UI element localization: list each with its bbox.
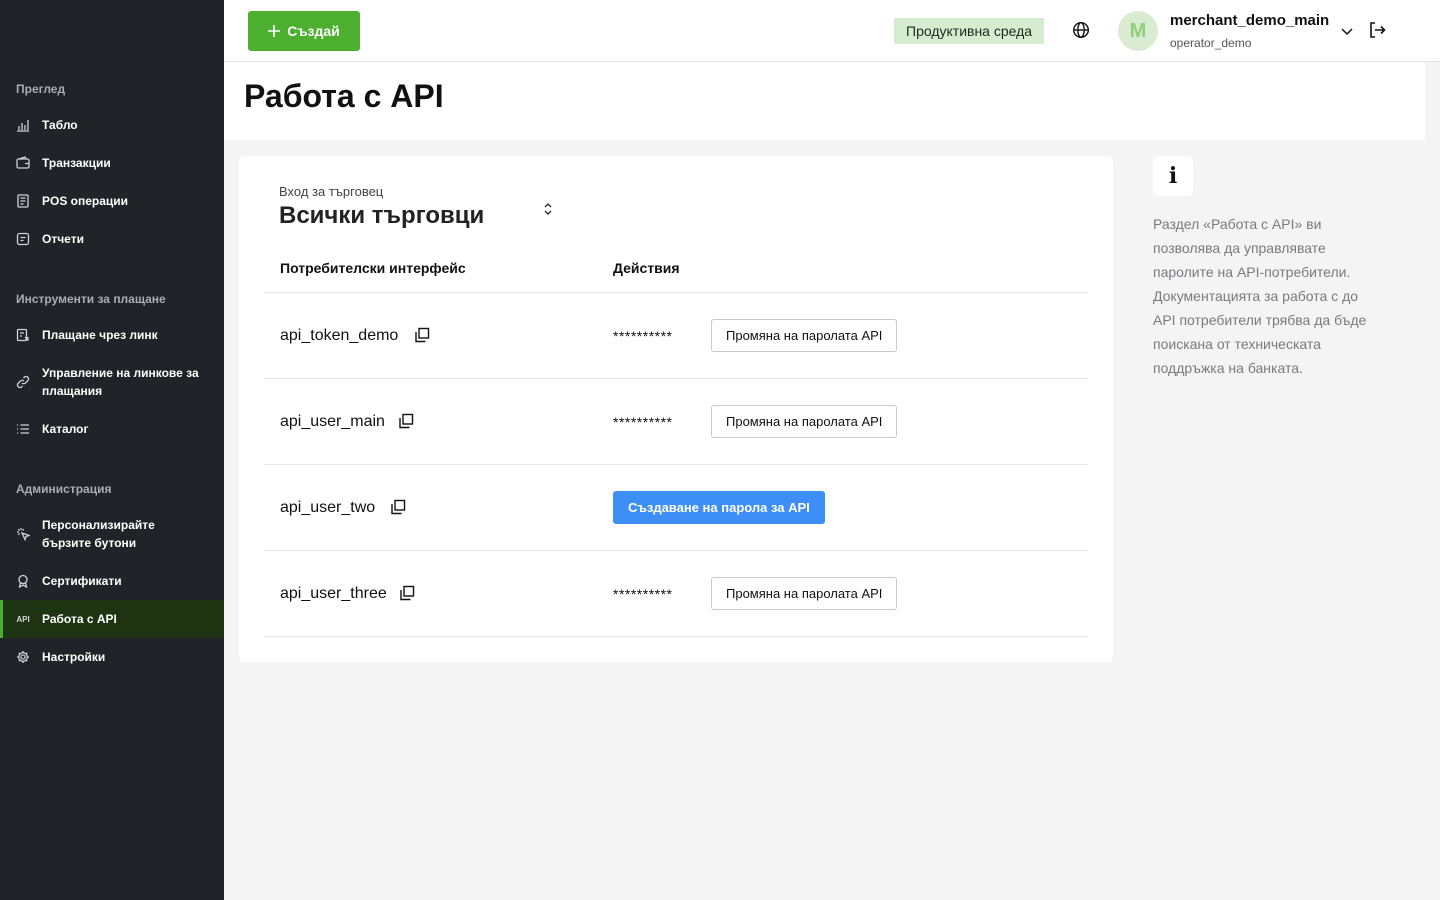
info-glyph: i xyxy=(1168,163,1178,189)
sidebar-item-label: Настройки xyxy=(42,650,106,664)
logout-icon[interactable] xyxy=(1368,21,1386,39)
api-username: api_token_demo xyxy=(280,327,399,344)
globe-icon[interactable] xyxy=(1072,21,1090,39)
password-mask: ********** xyxy=(613,328,673,344)
title-band: Работа с API xyxy=(224,62,1425,140)
sidebar: Преглед Табло Транзакции POS операции От… xyxy=(0,0,224,900)
sidebar-item-pos[interactable]: POS операции xyxy=(0,190,224,212)
user-subtitle: operator_demo xyxy=(1170,36,1252,50)
document-icon xyxy=(16,232,30,246)
table-row: api_token_demo ********** Промяна на пар… xyxy=(264,293,1088,379)
copy-icon[interactable] xyxy=(399,585,415,601)
receipt-icon xyxy=(16,194,30,208)
api-users-card: Вход за търговец Всички търговци Потреби… xyxy=(239,156,1113,662)
sidebar-item-api[interactable]: API Работа с API xyxy=(0,600,224,638)
column-header-username: Потребителски интерфейс xyxy=(280,260,466,276)
sidebar-item-catalog[interactable]: Каталог xyxy=(0,418,224,440)
gear-icon xyxy=(16,650,30,664)
sidebar-item-label: Отчети xyxy=(42,232,84,246)
wallet-icon xyxy=(16,156,30,170)
sidebar-item-label: Транзакции xyxy=(42,156,111,170)
change-api-password-button[interactable]: Промяна на паролата API xyxy=(711,319,898,352)
sidebar-item-label: Персонализирайте бързите бутони xyxy=(42,518,155,550)
password-mask: ********** xyxy=(613,414,673,430)
copy-icon[interactable] xyxy=(398,413,414,429)
sidebar-item-certificates[interactable]: Сертификати xyxy=(0,570,224,592)
sidebar-item-label: Сертификати xyxy=(42,574,122,588)
create-button-label: Създай xyxy=(287,23,340,39)
sort-chevrons-icon[interactable] xyxy=(539,200,557,218)
api-username: api_user_main xyxy=(280,413,385,430)
table-row: api_user_two Създаване на парола за API xyxy=(264,465,1088,551)
user-name[interactable]: merchant_demo_main xyxy=(1170,12,1329,29)
page-title: Работа с API xyxy=(244,78,444,114)
sidebar-section-overview: Преглед xyxy=(16,82,66,96)
column-header-actions: Действия xyxy=(613,260,680,276)
environment-badge: Продуктивна среда xyxy=(894,18,1045,44)
api-icon-label: API xyxy=(16,614,30,624)
change-api-password-button[interactable]: Промяна на паролата API xyxy=(711,577,898,610)
link-payment-icon xyxy=(16,328,30,342)
divider xyxy=(264,636,1088,637)
sidebar-item-label: Каталог xyxy=(42,422,89,436)
api-username: api_user_two xyxy=(280,499,376,516)
sidebar-item-label: POS операции xyxy=(42,194,129,208)
sidebar-item-label: Работа с API xyxy=(42,612,117,626)
sparkle-click-icon xyxy=(16,527,30,541)
sidebar-item-label: Плащане чрез линк xyxy=(42,328,158,342)
table-row: api_user_three ********** Промяна на пар… xyxy=(264,551,1088,637)
copy-icon[interactable] xyxy=(390,499,406,515)
sidebar-item-label: Табло xyxy=(42,118,78,132)
sidebar-section-payment-tools: Инструменти за плащане xyxy=(16,292,166,306)
sidebar-item-settings[interactable]: Настройки xyxy=(0,646,224,668)
sidebar-item-pay-by-link[interactable]: Плащане чрез линк xyxy=(0,324,224,346)
copy-icon[interactable] xyxy=(414,327,430,343)
password-mask: ********** xyxy=(613,586,673,602)
sidebar-item-dashboard[interactable]: Табло xyxy=(0,114,224,136)
sidebar-item-label: Управление на линкове за плащания xyxy=(42,366,199,398)
sidebar-item-quick-buttons[interactable]: Персонализирайте бързите бутони xyxy=(0,514,224,554)
link-icon xyxy=(16,375,30,389)
chevron-down-icon[interactable] xyxy=(1340,24,1354,38)
change-api-password-button[interactable]: Промяна на паролата API xyxy=(711,405,898,438)
table-row: api_user_main ********** Промяна на паро… xyxy=(264,379,1088,465)
list-icon xyxy=(16,422,30,436)
certificate-icon xyxy=(16,574,30,588)
top-header: Създай Продуктивна среда M merchant_demo… xyxy=(224,0,1440,62)
sidebar-section-administration: Администрация xyxy=(16,482,112,496)
info-description: Раздел «Работа с API» ви позволява да уп… xyxy=(1153,216,1367,376)
sidebar-item-reports[interactable]: Отчети xyxy=(0,228,224,250)
merchant-selector-value[interactable]: Всички търговци xyxy=(279,202,484,230)
sidebar-item-payment-links[interactable]: Управление на линкове за плащания xyxy=(0,362,224,402)
create-button[interactable]: Създай xyxy=(248,11,360,51)
api-username: api_user_three xyxy=(280,585,387,602)
avatar[interactable]: M xyxy=(1118,11,1158,51)
create-api-password-button[interactable]: Създаване на парола за API xyxy=(613,491,825,524)
api-icon: API xyxy=(16,612,30,626)
chart-bars-icon xyxy=(16,118,30,132)
sidebar-item-transactions[interactable]: Транзакции xyxy=(0,152,224,174)
info-icon: i xyxy=(1153,156,1193,196)
merchant-selector-label: Вход за търговец xyxy=(279,184,384,199)
plus-icon xyxy=(268,25,281,37)
